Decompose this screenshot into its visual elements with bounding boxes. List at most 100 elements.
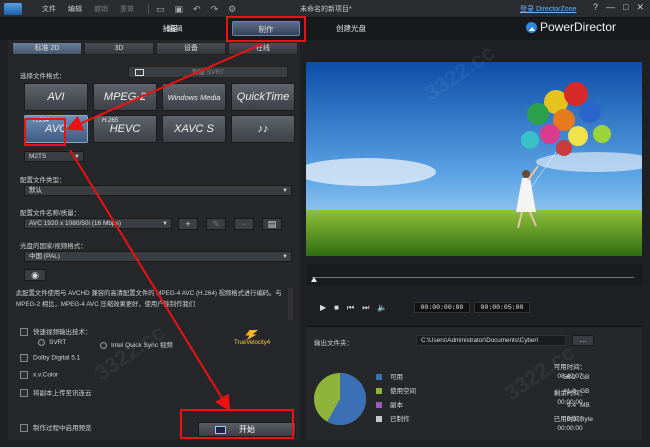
subtab-device[interactable]: 设备 (156, 42, 226, 55)
preview-image (306, 62, 642, 256)
video-preview[interactable] (306, 62, 642, 256)
format-label: Windows Media (167, 93, 221, 102)
app-logo-icon (4, 3, 22, 15)
help-button[interactable]: ? (593, 2, 598, 13)
legend-label: 可用 (390, 374, 403, 381)
quick-sync-radio-option[interactable]: Intel Quick Sync 视频 (100, 339, 173, 349)
folder-icon[interactable]: ▭ (156, 3, 165, 15)
menu-redo[interactable]: 重做 (120, 4, 134, 14)
volume-icon[interactable]: 🔈 (377, 302, 387, 313)
format-quicktime-button[interactable]: QuickTime (231, 83, 295, 111)
profile-type-value: 默认 (29, 187, 42, 194)
profile-description: 此配置文件使用与 AVCHD 兼容的高清配置文件的 MPEG-4 AVC (H.… (16, 290, 282, 308)
playhead-marker[interactable] (311, 274, 317, 282)
format-audio-button[interactable]: ♪♪ (231, 115, 295, 143)
smart-svrt-icon (135, 69, 144, 76)
fast-render-label: 快速视频输出技术： (33, 329, 92, 336)
menu-file[interactable]: 文件 (42, 4, 56, 14)
menu-edit[interactable]: 编辑 (68, 4, 82, 14)
legend-label: 已制作 (390, 416, 410, 423)
music-notes-icon: ♪♪ (257, 123, 269, 135)
fast-render-checkbox[interactable] (20, 328, 28, 337)
quick-sync-radio[interactable] (100, 341, 107, 349)
subtab-3d[interactable]: 3D (84, 42, 154, 55)
legend-row-free: 可用 58.2 GB (376, 373, 589, 383)
edit-profile-button[interactable]: ✎ (206, 218, 226, 230)
redo-icon[interactable]: ↷ (211, 3, 219, 15)
truevelocity-logo: TrueVelocity4 (234, 330, 270, 354)
legend-row-used: 使用空间 41.8 GB (376, 387, 589, 397)
smart-svrt-button[interactable]: 智能 SVRT (128, 66, 288, 78)
subtab-standard-2d[interactable]: 标准 2D (12, 42, 82, 55)
upload-cloud-option[interactable]: 将副本上传至讯连云 (20, 387, 92, 398)
profile-quality-dropdown[interactable]: AVC 1920 x 1080/50i (16 Mbps) ▼ (24, 218, 172, 229)
fast-render-option[interactable]: 快速视频输出技术： (20, 326, 92, 337)
output-folder-label: 输出文件夹： (314, 340, 353, 347)
dolby-checkbox[interactable] (20, 354, 28, 362)
menu-undo[interactable]: 撤销 (94, 4, 108, 14)
output-folder-field[interactable]: C:\Users\Administrator\Documents\Cyberl (416, 335, 566, 346)
remaining-time-label: 剩余时间： (553, 390, 587, 397)
format-xavcs-button[interactable]: XAVC S (162, 115, 226, 143)
format-codec-label: H.265 (102, 118, 119, 124)
format-label: MPEG-2 (103, 91, 147, 103)
remaining-time-value: 00:00:00 (557, 399, 583, 406)
profile-type-dropdown[interactable]: 默认 ▼ (24, 185, 292, 196)
region-dropdown[interactable]: 中国 (PAL) ▼ (24, 251, 292, 262)
title-bar: 文件 编辑 撤销 重做 ▭ ▣ ↶ ↷ ⚙ 未命名的新项目* 登录 Direct… (0, 0, 650, 18)
add-profile-button[interactable]: + (178, 218, 198, 230)
highlight-start-button (180, 409, 294, 439)
format-hevc-button[interactable]: H.265 HEVC (93, 115, 157, 143)
elapsed-time-label: 已用时间： (553, 416, 587, 423)
gear-icon[interactable]: ⚙ (228, 3, 236, 15)
upload-cloud-checkbox[interactable] (20, 389, 28, 398)
format-wmv-button[interactable]: Windows Media (162, 83, 226, 111)
format-mpeg2-button[interactable]: MPEG-2 (93, 83, 157, 111)
undo-icon[interactable]: ↶ (193, 3, 201, 15)
browse-button[interactable]: ... (572, 335, 594, 346)
preview-label: 制作过程中启用预览 (33, 425, 92, 432)
next-frame-icon[interactable]: ⏭ (362, 302, 369, 313)
minimize-button[interactable]: — (606, 2, 615, 13)
timeline-track (312, 277, 634, 278)
preview-timeline[interactable] (306, 264, 642, 286)
svrt-radio[interactable] (38, 339, 45, 346)
current-time-display: 00:00:00:00 (414, 302, 470, 313)
stop-icon[interactable]: ■ (334, 302, 339, 313)
preview-checkbox[interactable] (20, 424, 28, 433)
eye-icon[interactable]: ◉ (24, 269, 46, 281)
format-label: QuickTime (236, 91, 290, 103)
tab-create-disc[interactable]: 创建光盘 (318, 21, 384, 36)
tab-edit[interactable]: 编辑 (140, 21, 210, 36)
toolbar-separator (148, 4, 149, 14)
delete-profile-button[interactable]: − (234, 218, 254, 230)
prev-frame-icon[interactable]: ⏮ (347, 302, 354, 313)
close-button[interactable]: ✕ (636, 2, 644, 13)
login-link[interactable]: 登录 DirectorZone (520, 4, 576, 14)
format-avi-button[interactable]: AVI (24, 83, 88, 111)
container-dropdown[interactable]: M2TS ▼ (24, 151, 84, 162)
produce-settings-panel: 标准 2D 3D 设备 在线 选择文件格式： 智能 SVRT AVI MPEG-… (8, 40, 300, 440)
format-label: XAVC S (174, 123, 214, 135)
xvcolor-checkbox[interactable] (20, 371, 28, 379)
description-scrollbar[interactable] (288, 288, 293, 320)
subtab-online[interactable]: 在线 (228, 42, 298, 55)
chevron-down-icon: ▼ (282, 188, 288, 194)
svrt-label: SVRT (49, 339, 67, 347)
xvcolor-option[interactable]: x.v.Color (20, 371, 58, 379)
legend-swatch (376, 374, 382, 381)
profile-info-button[interactable]: ▤ (262, 218, 282, 230)
highlight-produce-tab (226, 16, 306, 42)
chevron-down-icon: ▼ (74, 154, 80, 160)
legend-label: 副本 (390, 402, 403, 409)
svrt-radio-option[interactable]: SVRT (38, 339, 66, 346)
save-icon[interactable]: ▣ (175, 3, 184, 15)
quick-toolbar: ▭ ▣ ↶ ↷ ⚙ (156, 3, 236, 15)
play-icon[interactable]: ▶ (320, 302, 326, 313)
document-title: 未命名的新项目* (300, 6, 352, 13)
maximize-button[interactable]: □ (623, 2, 628, 13)
preview-during-produce-option[interactable]: 制作过程中启用预览 (20, 422, 92, 433)
dolby-option[interactable]: Dolby Digital 5.1 (20, 354, 80, 362)
available-time-label: 可用时间： (553, 364, 587, 371)
container-value: M2TS (29, 153, 47, 160)
